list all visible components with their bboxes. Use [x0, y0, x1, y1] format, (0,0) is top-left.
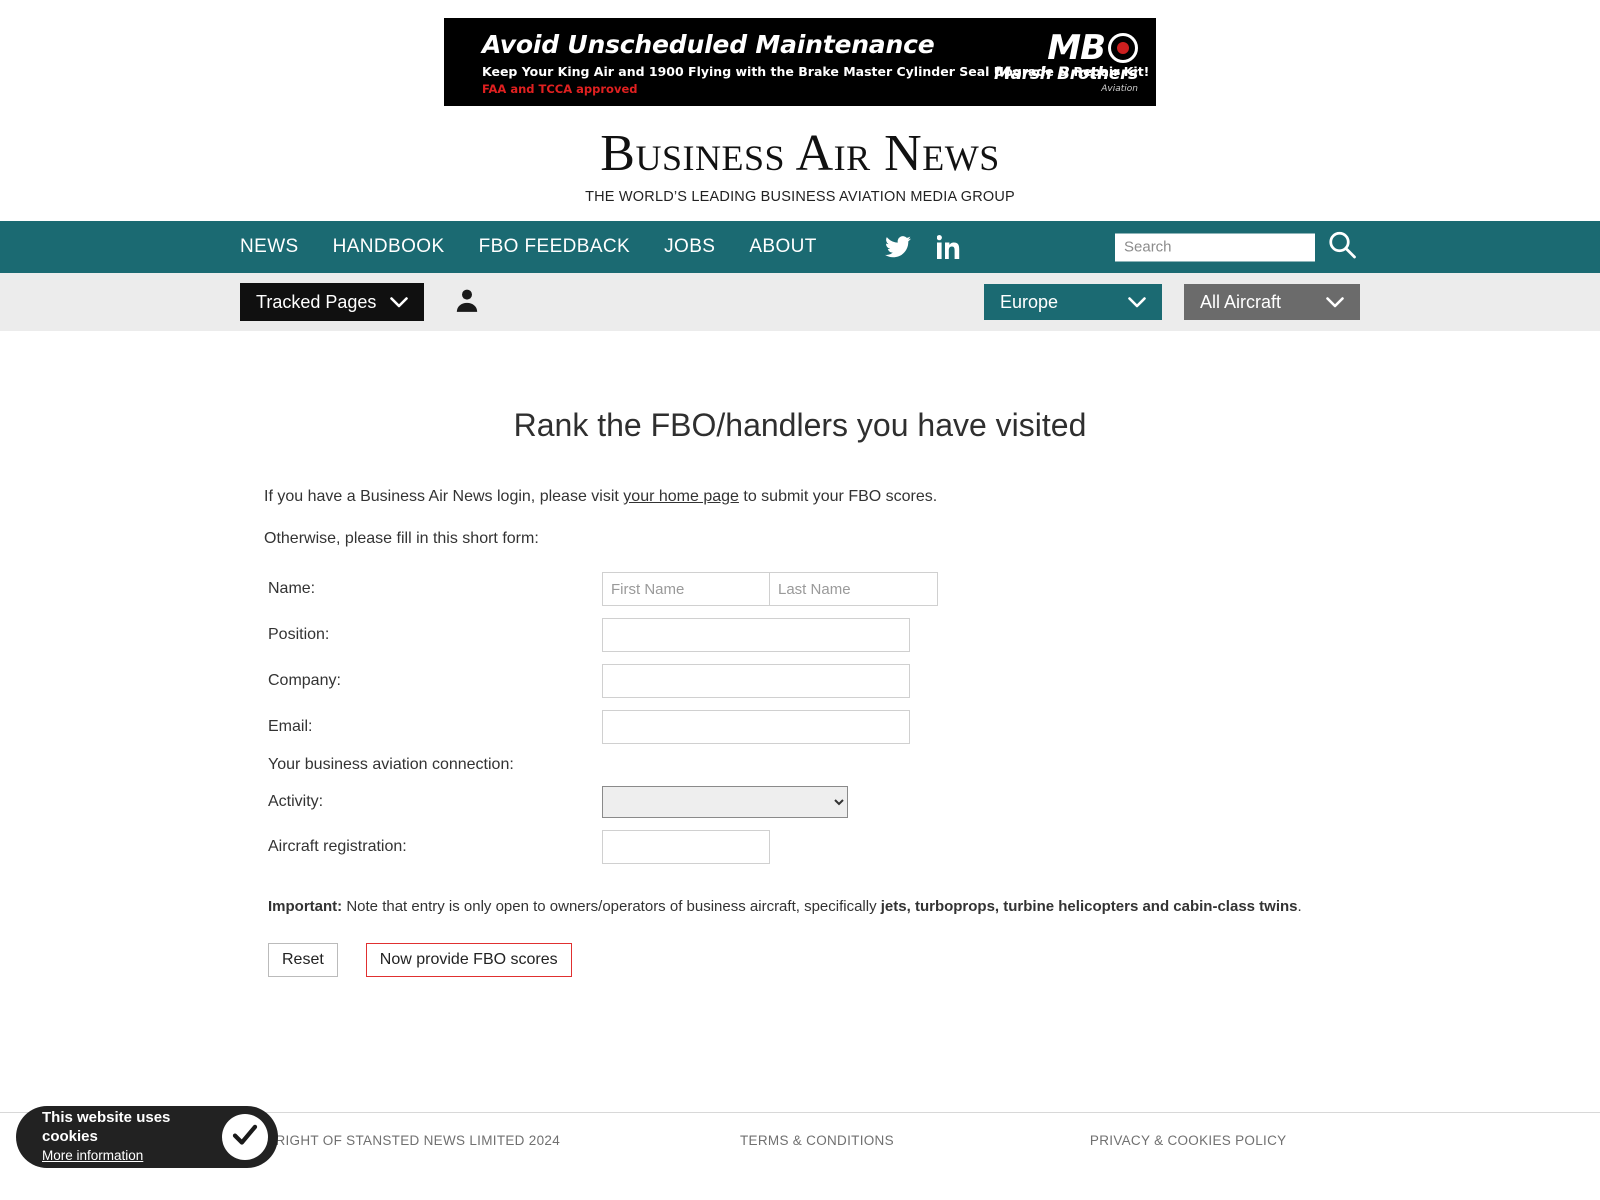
aircraft-registration-input[interactable] — [602, 830, 770, 864]
activity-select[interactable] — [602, 786, 848, 818]
region-select[interactable]: Europe — [984, 284, 1162, 320]
cookie-more-information-link[interactable]: More information — [42, 1148, 143, 1163]
ad-headline: Avoid Unscheduled Maintenance — [482, 30, 935, 59]
important-end: . — [1297, 898, 1302, 915]
nav-item-handbook[interactable]: HANDBOOK — [333, 236, 445, 258]
ad-approval-note: FAA and TCCA approved — [482, 82, 638, 96]
company-input[interactable] — [602, 664, 910, 698]
check-icon — [230, 1120, 260, 1155]
intro-text-after: to submit your FBO scores. — [738, 488, 938, 505]
nav-item-jobs[interactable]: JOBS — [664, 236, 715, 258]
nav-item-about[interactable]: ABOUT — [749, 236, 816, 258]
form-row-name: Name: — [268, 572, 938, 618]
form-row-position: Position: — [268, 618, 938, 664]
email-label: Email: — [268, 718, 313, 735]
ad-brand-name: Marsh Brothers — [994, 64, 1138, 85]
aircraft-select-value: All Aircraft — [1200, 291, 1282, 312]
last-name-input[interactable] — [770, 572, 938, 606]
position-input[interactable] — [602, 618, 910, 652]
secondary-toolbar: Tracked Pages Europe All Aircraft — [0, 273, 1600, 331]
site-masthead: Business Air News THE WORLD’S LEADING BU… — [0, 106, 1600, 221]
tracked-pages-label: Tracked Pages — [256, 291, 377, 312]
region-select-value: Europe — [1000, 291, 1059, 312]
form-row-email: Email: — [268, 710, 938, 756]
site-tagline: THE WORLD’S LEADING BUSINESS AVIATION ME… — [585, 189, 1015, 205]
cookie-accept-button[interactable] — [222, 1114, 268, 1160]
site-logo[interactable]: Business Air News — [0, 128, 1600, 180]
primary-navigation: NEWS HANDBOOK FBO FEEDBACK JOBS ABOUT — [0, 221, 1600, 273]
ad-brand-initials: MB — [1047, 28, 1106, 68]
home-page-link[interactable]: your home page — [623, 488, 739, 505]
main-content: Rank the FBO/handlers you have visited I… — [0, 331, 1600, 977]
intro-paragraph-form: Otherwise, please fill in this short for… — [264, 530, 539, 547]
form-row-company: Company: — [268, 664, 938, 710]
chevron-down-icon — [390, 292, 409, 313]
ad-advertiser-logo: MB Marsh Brothers Aviation — [994, 28, 1138, 95]
nav-item-news[interactable]: NEWS — [240, 236, 299, 258]
registration-label: Aircraft registration: — [268, 838, 407, 855]
activity-label: Activity: — [268, 793, 324, 810]
intro-text-before: If you have a Business Air News login, p… — [264, 488, 624, 505]
form-row-connection-heading: Your business aviation connection: — [268, 756, 938, 786]
submit-fbo-scores-button[interactable]: Now provide FBO scores — [365, 943, 572, 977]
intro-paragraph-login: If you have a Business Air News login, p… — [264, 488, 1340, 506]
account-person-icon[interactable] — [454, 287, 480, 318]
aircraft-select[interactable]: All Aircraft — [1184, 284, 1360, 320]
first-name-input[interactable] — [602, 572, 770, 606]
tracked-pages-dropdown[interactable]: Tracked Pages — [240, 283, 425, 321]
company-label: Company: — [268, 672, 341, 689]
ad-brand-suffix: Aviation — [1101, 84, 1138, 95]
search-input[interactable] — [1115, 233, 1315, 261]
important-lead: Important: — [268, 898, 343, 915]
footer-link-privacy[interactable]: PRIVACY & COOKIES POLICY — [1090, 1133, 1287, 1148]
position-label: Position: — [268, 626, 330, 643]
reset-button[interactable]: Reset — [268, 943, 338, 977]
page-title: Rank the FBO/handlers you have visited — [513, 407, 1087, 443]
registration-form: Name: Position: Company: Email: Your bus… — [268, 572, 938, 876]
form-row-registration: Aircraft registration: — [268, 830, 938, 876]
important-note: Important: Note that entry is only open … — [268, 898, 1340, 915]
advertisement-banner[interactable]: Avoid Unscheduled Maintenance Keep Your … — [444, 18, 1156, 106]
chevron-down-icon — [1128, 292, 1146, 313]
twitter-icon[interactable] — [884, 236, 911, 258]
form-row-activity: Activity: — [268, 786, 938, 830]
form-actions: Reset Now provide FBO scores — [268, 943, 1340, 977]
cookie-title: This website uses cookies — [42, 1109, 171, 1145]
important-body: Note that entry is only open to owners/o… — [342, 898, 881, 915]
cookie-consent-banner: This website uses cookies More informati… — [16, 1106, 278, 1168]
linkedin-icon[interactable] — [936, 235, 961, 259]
chevron-down-icon — [1326, 292, 1344, 313]
nav-item-fbo-feedback[interactable]: FBO FEEDBACK — [479, 236, 631, 258]
important-aircraft-types: jets, turboprops, turbine helicopters an… — [880, 898, 1298, 915]
ad-banner-region: Avoid Unscheduled Maintenance Keep Your … — [0, 0, 1600, 106]
target-icon — [1108, 33, 1138, 64]
email-input[interactable] — [602, 710, 910, 744]
connection-label: Your business aviation connection: — [268, 756, 514, 773]
footer-copyright: COPYRIGHT OF STANSTED NEWS LIMITED 2024 — [236, 1133, 561, 1148]
footer-link-terms[interactable]: TERMS & CONDITIONS — [740, 1133, 894, 1148]
name-label: Name: — [268, 580, 316, 597]
search-icon[interactable] — [1327, 230, 1357, 265]
